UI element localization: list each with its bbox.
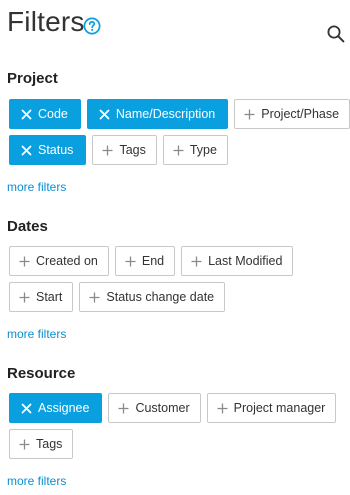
resource-chip-row-1: Assignee Customer Project manager (9, 393, 342, 423)
chip-start[interactable]: Start (9, 282, 74, 312)
section-title-resource: Resource (7, 365, 76, 382)
page-title: Filters (7, 6, 85, 37)
plus-icon (19, 256, 30, 266)
section-title-dates: Dates (7, 218, 48, 235)
chip-customer[interactable]: Customer (108, 393, 201, 423)
chip-assignee[interactable]: Assignee (9, 393, 103, 423)
chip-label: Status change date (106, 290, 215, 304)
chip-label: Name/Description (115, 107, 216, 121)
more-filters-link-resource[interactable]: more filters (7, 474, 66, 488)
chip-label: Customer (135, 401, 190, 415)
plus-icon (191, 256, 202, 266)
chip-label: Project manager (233, 401, 326, 415)
chip-label: End (141, 254, 165, 268)
chip-name-description[interactable]: Name/Description (86, 99, 229, 129)
chip-project-manager[interactable]: Project manager (206, 393, 337, 423)
chip-status-change-date[interactable]: Status change date (79, 282, 226, 312)
project-chip-row-2: Status Tags Type (9, 135, 234, 165)
chip-label: Type (189, 143, 217, 157)
plus-icon (19, 292, 30, 302)
close-icon (21, 145, 32, 155)
dates-chip-row-2: Start Status change date (9, 282, 231, 312)
chip-label: Tags (119, 143, 146, 157)
chip-created-on[interactable]: Created on (9, 246, 109, 276)
close-icon (21, 403, 32, 413)
plus-icon (19, 439, 30, 449)
chip-label: Created on (36, 254, 98, 268)
chip-project-phase[interactable]: Project/Phase (234, 99, 350, 129)
chip-label: Start (36, 290, 63, 304)
dates-chip-row-1: Created on End Last Modified (9, 246, 299, 276)
chip-label: Status (38, 143, 74, 157)
chip-label: Last Modified (208, 254, 283, 268)
plus-icon (173, 145, 184, 155)
chip-label: Assignee (38, 401, 90, 415)
plus-icon (102, 145, 113, 155)
project-chip-row-1: Code Name/Description Project/Phase (9, 99, 350, 129)
more-filters-link-project[interactable]: more filters (7, 180, 66, 194)
plus-icon (118, 403, 129, 413)
section-title-project: Project (7, 70, 58, 87)
chip-last-modified[interactable]: Last Modified (181, 246, 294, 276)
plus-icon (244, 109, 255, 119)
chip-label: Project/Phase (261, 107, 340, 121)
close-icon (21, 109, 32, 119)
plus-icon (89, 292, 100, 302)
chip-code[interactable]: Code (9, 99, 81, 129)
chip-type[interactable]: Type (162, 135, 228, 165)
chip-status[interactable]: Status (9, 135, 87, 165)
chip-label: Code (38, 107, 68, 121)
resource-chip-row-2: Tags (9, 429, 79, 459)
plus-icon (125, 256, 136, 266)
plus-icon (217, 403, 228, 413)
help-icon[interactable] (83, 17, 101, 35)
chip-end[interactable]: End (114, 246, 176, 276)
close-icon (99, 109, 110, 119)
chip-tags[interactable]: Tags (92, 135, 157, 165)
filters-panel: Filters Project Code Name/Description Pr… (0, 0, 350, 495)
chip-resource-tags[interactable]: Tags (9, 429, 74, 459)
more-filters-link-dates[interactable]: more filters (7, 327, 66, 341)
search-icon[interactable] (326, 24, 346, 44)
chip-label: Tags (36, 437, 63, 451)
